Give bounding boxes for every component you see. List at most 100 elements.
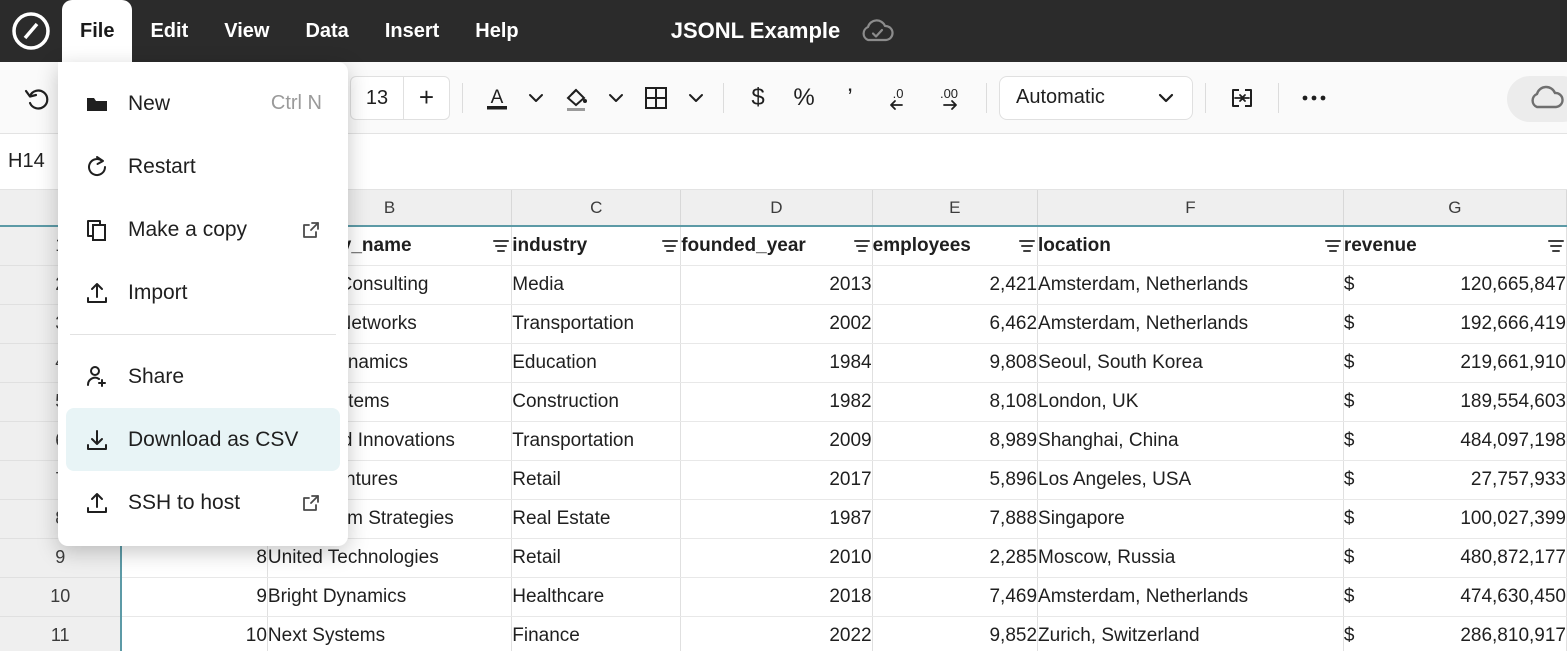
header-cell-D[interactable]: founded_year (681, 226, 872, 265)
cell-E8[interactable]: 7,888 (872, 499, 1037, 538)
percent-format-button[interactable]: % (782, 76, 826, 120)
cell-B11[interactable]: Next Systems (267, 616, 511, 651)
fill-color-icon[interactable] (553, 76, 599, 120)
cloud-icon[interactable] (1507, 76, 1567, 122)
column-header-C[interactable]: C (512, 190, 681, 226)
filter-icon[interactable] (491, 236, 511, 256)
cloud-check-icon[interactable] (858, 16, 896, 46)
filter-icon[interactable] (1017, 236, 1037, 256)
cell-G2[interactable]: $120,665,847 (1343, 265, 1566, 304)
cell-C4[interactable]: Education (512, 343, 681, 382)
currency-format-button[interactable]: $ (736, 76, 780, 120)
text-wrap-icon[interactable] (1218, 76, 1266, 120)
cell-A10[interactable]: 9 (121, 577, 267, 616)
cell-E9[interactable]: 2,285 (872, 538, 1037, 577)
cell-D6[interactable]: 2009 (681, 421, 872, 460)
cell-C9[interactable]: Retail (512, 538, 681, 577)
cell-F11[interactable]: Zurich, Switzerland (1038, 616, 1344, 651)
cell-F5[interactable]: London, UK (1038, 382, 1344, 421)
cell-D3[interactable]: 2002 (681, 304, 872, 343)
cell-C8[interactable]: Real Estate (512, 499, 681, 538)
font-size-value[interactable]: 13 (351, 77, 403, 119)
cell-E7[interactable]: 5,896 (872, 460, 1037, 499)
menu-item-help[interactable]: Help (457, 0, 536, 62)
cell-C10[interactable]: Healthcare (512, 577, 681, 616)
file-menu-item-import[interactable]: Import (66, 261, 340, 324)
app-logo-icon[interactable] (0, 0, 62, 62)
header-cell-G[interactable]: revenue (1343, 226, 1566, 265)
cell-G4[interactable]: $219,661,910 (1343, 343, 1566, 382)
column-header-D[interactable]: D (681, 190, 872, 226)
cell-E2[interactable]: 2,421 (872, 265, 1037, 304)
cell-G7[interactable]: $27,757,933 (1343, 460, 1566, 499)
comma-format-button[interactable]: ’ (828, 76, 872, 120)
cell-C7[interactable]: Retail (512, 460, 681, 499)
cell-G9[interactable]: $480,872,177 (1343, 538, 1566, 577)
chevron-down-icon-text-color[interactable] (521, 76, 551, 120)
file-menu-item-ssh-to-host[interactable]: SSH to host (66, 471, 340, 534)
filter-icon[interactable] (1323, 236, 1343, 256)
cell-D11[interactable]: 2022 (681, 616, 872, 651)
menu-item-data[interactable]: Data (287, 0, 366, 62)
cell-D9[interactable]: 2010 (681, 538, 872, 577)
more-options-icon[interactable] (1291, 76, 1337, 120)
cell-E3[interactable]: 6,462 (872, 304, 1037, 343)
file-menu-item-restart[interactable]: Restart (66, 135, 340, 198)
menu-item-view[interactable]: View (206, 0, 287, 62)
column-header-F[interactable]: F (1038, 190, 1344, 226)
cell-C6[interactable]: Transportation (512, 421, 681, 460)
chevron-down-icon-borders[interactable] (681, 76, 711, 120)
cell-B10[interactable]: Bright Dynamics (267, 577, 511, 616)
menu-item-file[interactable]: File (62, 0, 132, 62)
row-number[interactable]: 10 (0, 577, 121, 616)
cell-G3[interactable]: $192,666,419 (1343, 304, 1566, 343)
chevron-down-icon-fill-color[interactable] (601, 76, 631, 120)
cell-F3[interactable]: Amsterdam, Netherlands (1038, 304, 1344, 343)
cell-E11[interactable]: 9,852 (872, 616, 1037, 651)
cell-D4[interactable]: 1984 (681, 343, 872, 382)
cell-G8[interactable]: $100,027,399 (1343, 499, 1566, 538)
cell-C5[interactable]: Construction (512, 382, 681, 421)
cell-F4[interactable]: Seoul, South Korea (1038, 343, 1344, 382)
column-header-E[interactable]: E (872, 190, 1037, 226)
font-size-increase-button[interactable]: + (403, 77, 449, 119)
filter-icon[interactable] (1546, 236, 1566, 256)
number-format-select[interactable]: Automatic (999, 76, 1193, 120)
header-cell-E[interactable]: employees (872, 226, 1037, 265)
cell-D8[interactable]: 1987 (681, 499, 872, 538)
cell-G6[interactable]: $484,097,198 (1343, 421, 1566, 460)
cell-F2[interactable]: Amsterdam, Netherlands (1038, 265, 1344, 304)
cell-C11[interactable]: Finance (512, 616, 681, 651)
file-menu-item-make-a-copy[interactable]: Make a copy (66, 198, 340, 261)
menu-item-insert[interactable]: Insert (367, 0, 457, 62)
file-menu-dropdown[interactable]: NewCtrl NRestartMake a copyImportShareDo… (58, 62, 348, 546)
cell-C3[interactable]: Transportation (512, 304, 681, 343)
font-size-stepper[interactable]: 13 + (350, 76, 450, 120)
header-cell-F[interactable]: location (1038, 226, 1344, 265)
borders-icon[interactable] (633, 76, 679, 120)
cell-D7[interactable]: 2017 (681, 460, 872, 499)
menu-item-edit[interactable]: Edit (132, 0, 206, 62)
cell-A11[interactable]: 10 (121, 616, 267, 651)
file-menu-item-download-as-csv[interactable]: Download as CSV (66, 408, 340, 471)
decrease-decimal-icon[interactable]: .0 (874, 76, 922, 120)
filter-icon[interactable] (852, 236, 872, 256)
file-menu-item-new[interactable]: NewCtrl N (66, 72, 340, 135)
cell-G10[interactable]: $474,630,450 (1343, 577, 1566, 616)
cell-D2[interactable]: 2013 (681, 265, 872, 304)
cell-G11[interactable]: $286,810,917 (1343, 616, 1566, 651)
cell-G5[interactable]: $189,554,603 (1343, 382, 1566, 421)
column-header-G[interactable]: G (1343, 190, 1566, 226)
cell-E10[interactable]: 7,469 (872, 577, 1037, 616)
text-color-icon[interactable]: A (475, 76, 519, 120)
cell-F8[interactable]: Singapore (1038, 499, 1344, 538)
cell-F10[interactable]: Amsterdam, Netherlands (1038, 577, 1344, 616)
cell-E5[interactable]: 8,108 (872, 382, 1037, 421)
filter-icon[interactable] (660, 236, 680, 256)
cell-F6[interactable]: Shanghai, China (1038, 421, 1344, 460)
cell-D5[interactable]: 1982 (681, 382, 872, 421)
cell-D10[interactable]: 2018 (681, 577, 872, 616)
cell-C2[interactable]: Media (512, 265, 681, 304)
cell-F9[interactable]: Moscow, Russia (1038, 538, 1344, 577)
undo-icon[interactable] (14, 76, 60, 120)
